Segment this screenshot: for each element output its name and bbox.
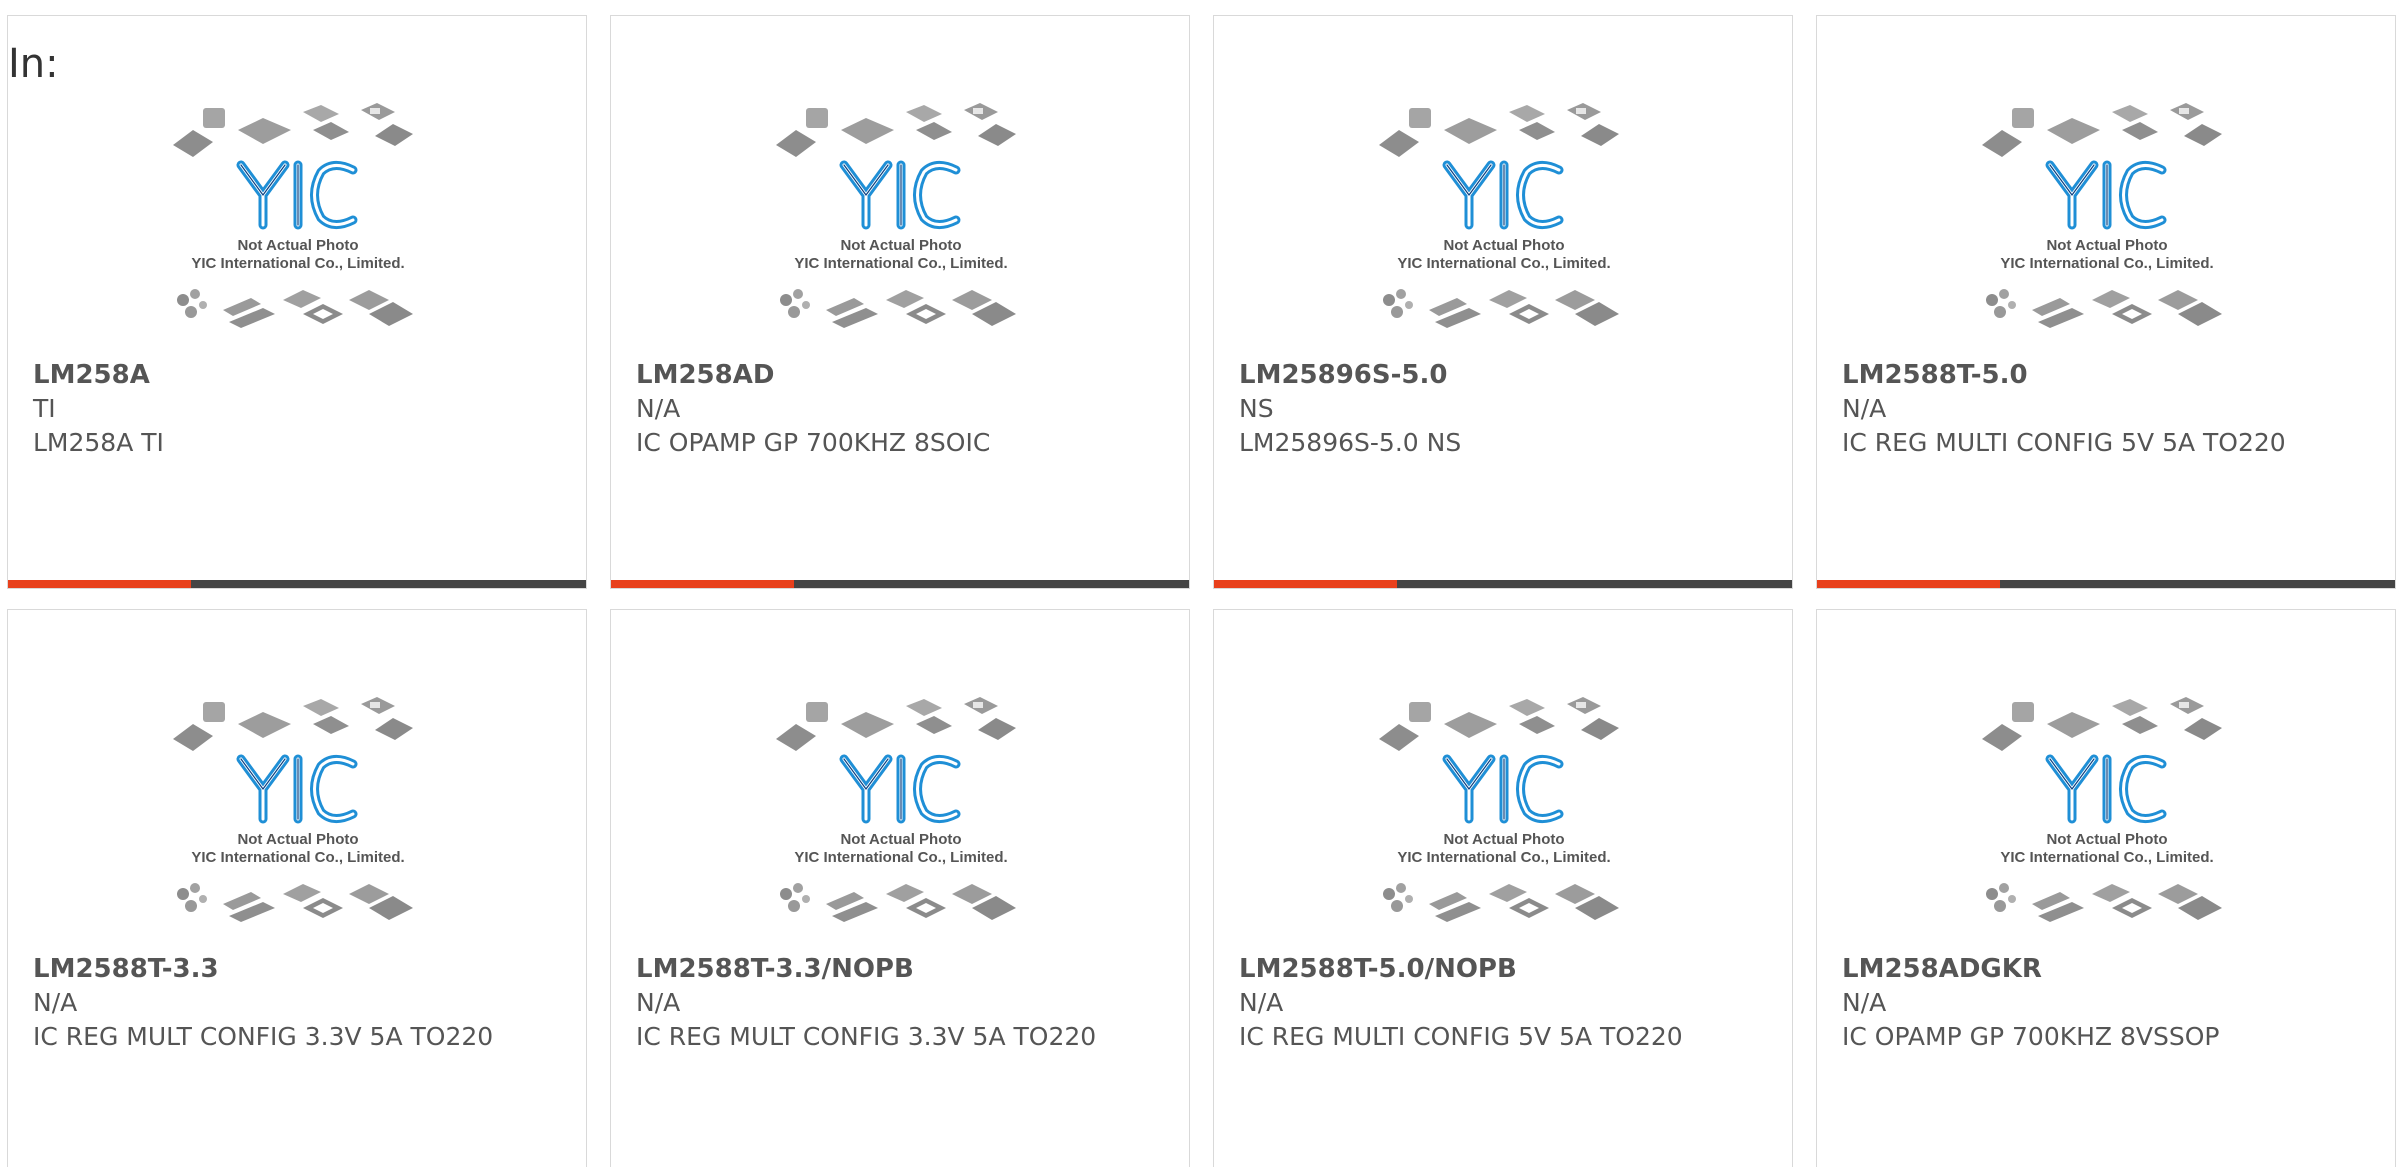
thumbnail-caption-line1: Not Actual Photo [840, 831, 961, 848]
not-actual-photo-image: Not Actual Photo YIC International Co., … [1379, 697, 1619, 922]
thumbnail-caption-line1: Not Actual Photo [237, 237, 358, 254]
manufacturer: N/A [1842, 394, 1887, 423]
not-actual-photo-image: Not Actual Photo YIC International Co., … [1982, 697, 2222, 922]
thumbnail-caption-line2: YIC International Co., Limited. [794, 849, 1007, 866]
product-card[interactable]: Not Actual Photo YIC International Co., … [610, 609, 1190, 1167]
thumbnail-caption-line2: YIC International Co., Limited. [2000, 255, 2213, 272]
thumbnail-caption-line1: Not Actual Photo [840, 237, 961, 254]
product-card[interactable]: Not Actual Photo YIC International Co., … [610, 15, 1190, 589]
not-actual-photo-image: Not Actual Photo YIC International Co., … [776, 697, 1016, 922]
product-thumbnail[interactable]: Not Actual Photo YIC International Co., … [163, 694, 433, 964]
part-number-link[interactable]: LM25896S-5.0 [1239, 358, 1772, 392]
product-info: LM25896S-5.0 NS LM25896S-5.0 NS [1239, 358, 1772, 460]
part-number-link[interactable]: LM258ADGKR [1842, 952, 2375, 986]
product-info: LM2588T-5.0/NOPB N/A IC REG MULTI CONFIG 5… [1239, 952, 1772, 1054]
product-info: LM258AD N/A IC OPAMP GP 700KHZ 8SOIC [636, 358, 1169, 460]
part-number-link[interactable]: LM2588T-3.3 [33, 952, 566, 986]
product-card[interactable]: Not Actual Photo YIC International Co., … [1816, 609, 2396, 1167]
part-number-link[interactable]: LM2588T-5.0/NOPB [1239, 952, 1772, 986]
card-accent-bar [8, 580, 191, 588]
thumbnail-caption-line1: Not Actual Photo [1443, 831, 1564, 848]
card-hover-bar [1214, 580, 1792, 588]
part-number-link[interactable]: LM2588T-3.3/NOPB [636, 952, 1169, 986]
card-hover-bar [8, 580, 586, 588]
manufacturer: NS [1239, 394, 1274, 423]
not-actual-photo-image: Not Actual Photo YIC International Co., … [1379, 103, 1619, 328]
card-accent-bar [1817, 580, 2000, 588]
not-actual-photo-image: Not Actual Photo YIC International Co., … [173, 697, 413, 922]
product-info: LM2588T-3.3/NOPB N/A IC REG MULT CONFIG 3.… [636, 952, 1169, 1054]
thumbnail-caption-line1: Not Actual Photo [2046, 831, 2167, 848]
not-actual-photo-image: Not Actual Photo YIC International Co., … [173, 103, 413, 328]
product-card[interactable]: Not Actual Photo YIC International Co., … [1213, 15, 1793, 589]
thumbnail-caption-line2: YIC International Co., Limited. [1397, 255, 1610, 272]
manufacturer: N/A [1239, 988, 1284, 1017]
thumbnail-caption-line2: YIC International Co., Limited. [191, 849, 404, 866]
description: LM25896S-5.0 NS [1239, 428, 1462, 457]
not-actual-photo-image: Not Actual Photo YIC International Co., … [776, 103, 1016, 328]
card-hover-bar [611, 580, 1189, 588]
thumbnail-caption-line2: YIC International Co., Limited. [794, 255, 1007, 272]
description: IC REG MULTI CONFIG 5V 5A TO220 [1842, 428, 2286, 457]
thumbnail-caption-line2: YIC International Co., Limited. [191, 255, 404, 272]
product-info: LM2588T-3.3 N/A IC REG MULT CONFIG 3.3V 5A… [33, 952, 566, 1054]
product-thumbnail[interactable]: Not Actual Photo YIC International Co., … [1972, 100, 2242, 370]
thumbnail-caption-line1: Not Actual Photo [237, 831, 358, 848]
thumbnail-caption-line1: Not Actual Photo [1443, 237, 1564, 254]
product-thumbnail[interactable]: Not Actual Photo YIC International Co., … [766, 694, 1036, 964]
product-info: LM258A TI LM258A TI [33, 358, 566, 460]
manufacturer: N/A [636, 988, 681, 1017]
part-number-link[interactable]: LM258AD [636, 358, 1169, 392]
product-info: LM258ADGKR N/A IC OPAMP GP 700KHZ 8VSSOP [1842, 952, 2375, 1054]
card-accent-bar [1214, 580, 1397, 588]
product-card[interactable]: Not Actual Photo YIC International Co., … [7, 609, 587, 1167]
product-thumbnail[interactable]: Not Actual Photo YIC International Co., … [1972, 694, 2242, 964]
page: In: Not Actual Photo YIC International C… [0, 0, 2400, 1167]
part-number-link[interactable]: LM2588T-5.0 [1842, 358, 2375, 392]
product-thumbnail[interactable]: Not Actual Photo YIC International Co., … [1369, 694, 1639, 964]
product-thumbnail[interactable]: Not Actual Photo YIC International Co., … [1369, 100, 1639, 370]
description: IC OPAMP GP 700KHZ 8VSSOP [1842, 1022, 2220, 1051]
description: IC REG MULT CONFIG 3.3V 5A TO220 [636, 1022, 1097, 1051]
product-card[interactable]: Not Actual Photo YIC International Co., … [7, 15, 587, 589]
product-card[interactable]: Not Actual Photo YIC International Co., … [1816, 15, 2396, 589]
product-info: LM2588T-5.0 N/A IC REG MULTI CONFIG 5V 5A … [1842, 358, 2375, 460]
thumbnail-caption-line2: YIC International Co., Limited. [1397, 849, 1610, 866]
manufacturer: N/A [636, 394, 681, 423]
product-thumbnail[interactable]: Not Actual Photo YIC International Co., … [163, 100, 433, 370]
description: IC REG MULT CONFIG 3.3V 5A TO220 [33, 1022, 494, 1051]
product-grid: Not Actual Photo YIC International Co., … [7, 15, 2400, 1167]
in-label: In: [8, 41, 59, 87]
description: IC OPAMP GP 700KHZ 8SOIC [636, 428, 991, 457]
manufacturer: N/A [1842, 988, 1887, 1017]
description: IC REG MULTI CONFIG 5V 5A TO220 [1239, 1022, 1683, 1051]
card-hover-bar [1817, 580, 2395, 588]
description: LM258A TI [33, 428, 164, 457]
manufacturer: N/A [33, 988, 78, 1017]
thumbnail-caption-line2: YIC International Co., Limited. [2000, 849, 2213, 866]
not-actual-photo-image: Not Actual Photo YIC International Co., … [1982, 103, 2222, 328]
thumbnail-caption-line1: Not Actual Photo [2046, 237, 2167, 254]
product-thumbnail[interactable]: Not Actual Photo YIC International Co., … [766, 100, 1036, 370]
card-accent-bar [611, 580, 794, 588]
product-card[interactable]: Not Actual Photo YIC International Co., … [1213, 609, 1793, 1167]
manufacturer: TI [33, 394, 56, 423]
part-number-link[interactable]: LM258A [33, 358, 566, 392]
